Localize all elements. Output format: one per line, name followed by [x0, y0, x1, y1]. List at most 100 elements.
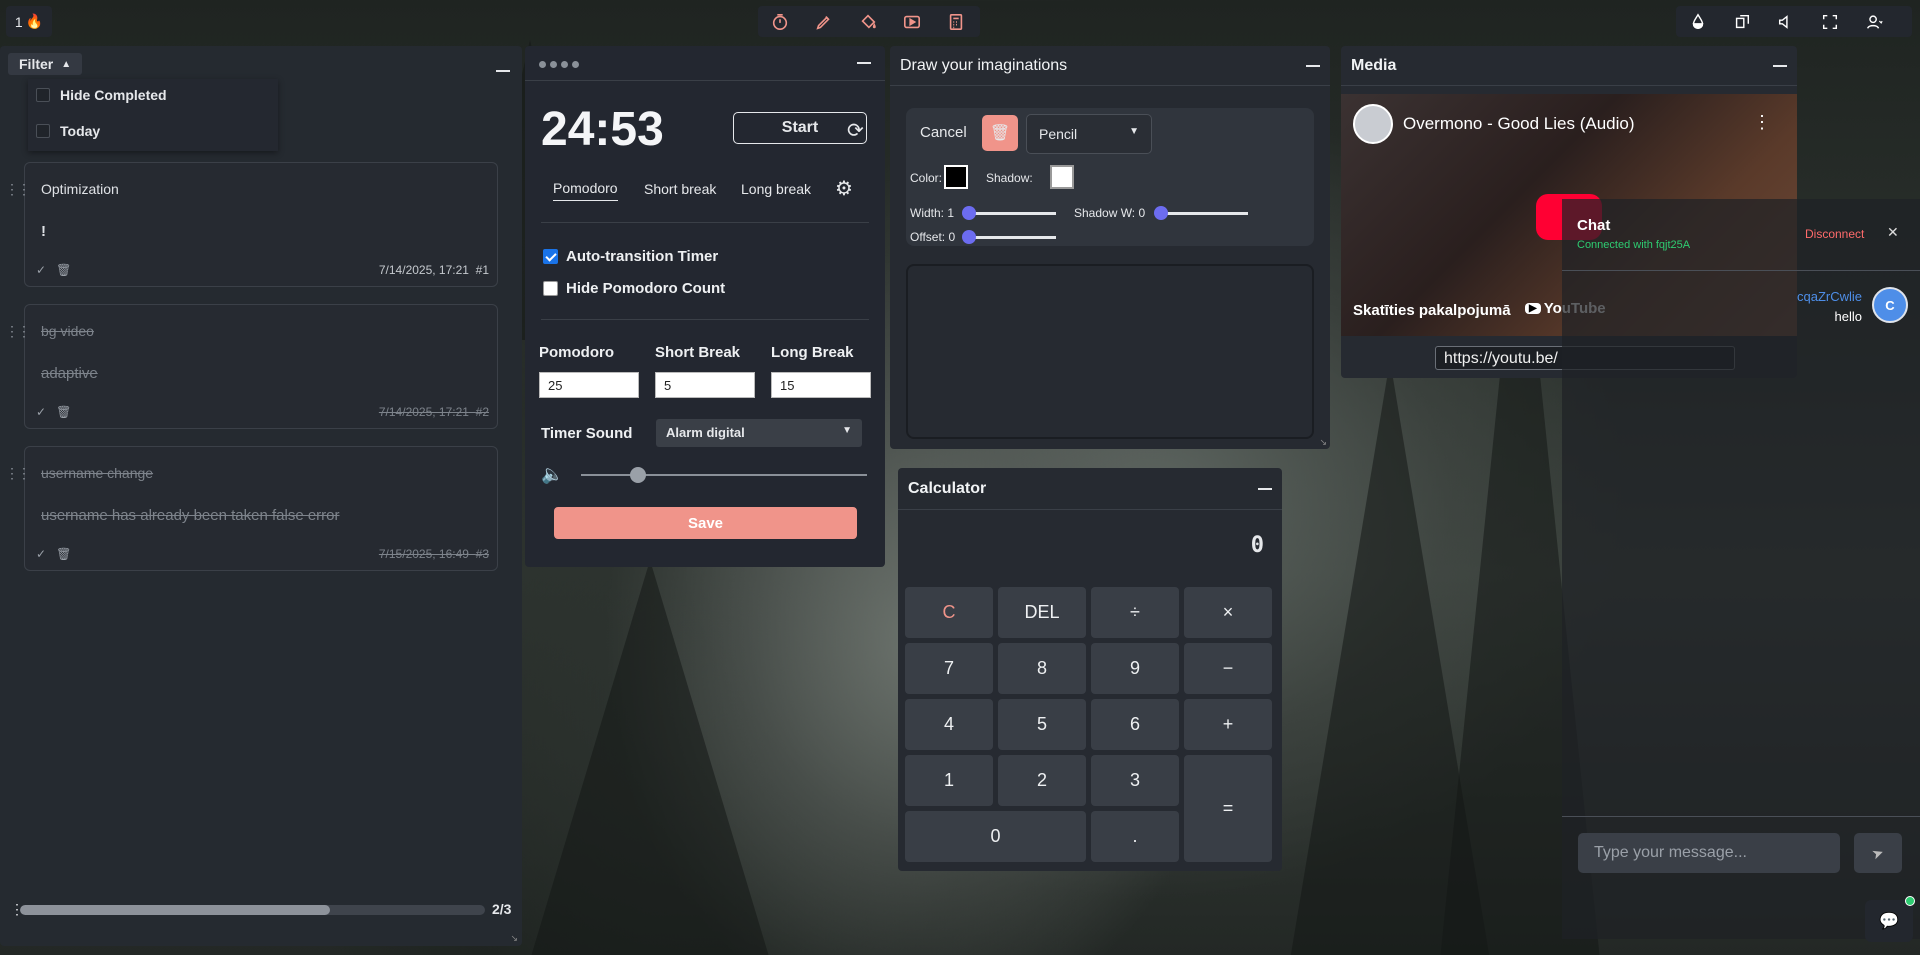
calc-key-delete[interactable]: DEL [998, 587, 1086, 638]
gear-icon[interactable]: ⚙ [835, 176, 853, 201]
hide-count-option[interactable]: Hide Pomodoro Count [543, 280, 725, 297]
theme-drop-icon[interactable] [1676, 6, 1720, 37]
trash-icon[interactable]: 🗑 [56, 263, 71, 277]
check-icon[interactable]: ✓ [36, 263, 46, 277]
resize-handle-icon[interactable]: ↘ [510, 933, 518, 944]
trash-icon[interactable]: 🗑 [56, 547, 71, 561]
volume-slider-thumb[interactable] [630, 467, 647, 483]
task-card[interactable]: ⋮⋮ bg video adaptive ✓ 🗑 7/14/2025, 17:2… [5, 304, 498, 429]
timer-sound-select[interactable]: Alarm digital ▼ [656, 419, 862, 447]
calc-key-decimal[interactable]: . [1091, 811, 1179, 862]
fullscreen-icon[interactable] [1808, 6, 1852, 37]
pomodoro-drag-bar[interactable] [539, 61, 579, 68]
timer-icon[interactable] [758, 6, 802, 37]
width-slider-thumb[interactable] [962, 206, 976, 220]
tasks-panel: Filter ▲ Hide Completed Today ⋮⋮ Optimiz… [0, 46, 522, 946]
pomodoro-length-input[interactable]: 25 [539, 372, 639, 398]
calc-key-4[interactable]: 4 [905, 699, 993, 750]
check-icon[interactable]: ✓ [36, 547, 46, 561]
cancel-button[interactable]: Cancel [920, 124, 967, 141]
tab-short-break[interactable]: Short break [644, 181, 716, 197]
play-video-icon[interactable] [890, 6, 934, 37]
chevron-down-icon: ▼ [1129, 126, 1139, 137]
calc-key-6[interactable]: 6 [1091, 699, 1179, 750]
volume-icon[interactable] [1764, 6, 1808, 37]
calc-key-3[interactable]: 3 [1091, 755, 1179, 806]
disconnect-button[interactable]: Disconnect [1805, 227, 1864, 241]
auto-transition-option[interactable]: Auto-transition Timer [543, 248, 718, 265]
video-title[interactable]: Overmono - Good Lies (Audio) [1403, 114, 1635, 134]
short-break-length-input[interactable]: 5 [655, 372, 755, 398]
check-icon[interactable]: ✓ [36, 405, 46, 419]
pencil-icon[interactable] [802, 6, 846, 37]
shadow-width-slider-thumb[interactable] [1154, 206, 1168, 220]
minimize-button[interactable] [1306, 64, 1320, 67]
calc-key-2[interactable]: 2 [998, 755, 1086, 806]
chat-bubble-icon: 💬 [1879, 913, 1899, 930]
hide-count-checkbox[interactable] [543, 281, 558, 296]
auto-transition-checkbox[interactable] [543, 249, 558, 264]
watch-on-youtube-label[interactable]: Skatīties pakalpojumā [1353, 302, 1511, 319]
calculator-icon[interactable] [934, 6, 978, 37]
calc-key-equals[interactable]: = [1184, 755, 1272, 862]
calc-key-plus[interactable]: + [1184, 699, 1272, 750]
offset-slider[interactable] [962, 230, 1056, 244]
chat-toggle-button[interactable]: 💬 [1865, 896, 1915, 942]
volume-slider[interactable] [581, 467, 867, 483]
settings-toolbar [1676, 6, 1912, 37]
task-number: #1 [475, 263, 489, 277]
offset-slider-thumb[interactable] [962, 230, 976, 244]
minimize-button[interactable] [857, 62, 871, 64]
filter-today[interactable]: Today [36, 123, 100, 139]
tab-pomodoro[interactable]: Pomodoro [553, 180, 618, 201]
calc-key-0[interactable]: 0 [905, 811, 1086, 862]
streak-badge: 1 🔥 [6, 6, 52, 37]
calc-key-5[interactable]: 5 [998, 699, 1086, 750]
long-break-length-input[interactable]: 15 [771, 372, 871, 398]
tool-select[interactable]: Pencil ▼ [1026, 114, 1152, 154]
calc-key-clear[interactable]: C [905, 587, 993, 638]
task-card[interactable]: ⋮⋮ Optimization ! ✓ 🗑 7/14/2025, 17:21 #… [5, 162, 498, 287]
drag-handle-icon[interactable]: ⋮⋮ [5, 323, 31, 340]
trash-icon[interactable]: 🗑 [56, 405, 71, 419]
calc-key-multiply[interactable]: × [1184, 587, 1272, 638]
filter-hide-completed[interactable]: Hide Completed [36, 87, 167, 103]
send-button[interactable]: ➤ [1854, 833, 1902, 873]
hide-completed-label: Hide Completed [60, 87, 167, 103]
calc-key-divide[interactable]: ÷ [1091, 587, 1179, 638]
trash-button[interactable]: 🗑 [982, 115, 1018, 151]
layout-icon[interactable] [1720, 6, 1764, 37]
close-icon[interactable]: ✕ [1887, 224, 1899, 241]
short-break-length-label: Short Break [655, 344, 741, 361]
message-input[interactable]: Type your message... [1578, 833, 1840, 873]
reset-icon[interactable]: ⟳ [847, 118, 864, 143]
task-date: 7/14/2025, 17:21 [378, 263, 469, 277]
shadow-width-slider[interactable] [1154, 206, 1248, 220]
calc-key-8[interactable]: 8 [998, 643, 1086, 694]
filter-button[interactable]: Filter ▲ [8, 53, 83, 75]
drawing-canvas[interactable] [906, 264, 1314, 439]
calc-key-9[interactable]: 9 [1091, 643, 1179, 694]
hide-completed-checkbox[interactable] [36, 88, 50, 102]
today-checkbox[interactable] [36, 124, 50, 138]
task-card[interactable]: ⋮⋮ username change username has already … [5, 446, 498, 571]
width-slider[interactable] [962, 206, 1056, 220]
shadow-swatch[interactable] [1050, 165, 1074, 189]
drag-handle-icon[interactable]: ⋮⋮ [5, 181, 31, 198]
user-icon[interactable] [1852, 6, 1896, 37]
drag-handle-icon[interactable]: ⋮⋮ [5, 465, 31, 482]
minimize-button[interactable] [496, 70, 510, 72]
tab-long-break[interactable]: Long break [741, 181, 811, 197]
paint-bucket-icon[interactable] [846, 6, 890, 37]
minimize-button[interactable] [1258, 487, 1272, 490]
calc-key-minus[interactable]: − [1184, 643, 1272, 694]
channel-avatar[interactable] [1353, 104, 1393, 144]
kebab-menu-icon[interactable]: ⋮ [1753, 112, 1771, 133]
save-button[interactable]: Save [554, 507, 857, 539]
calc-key-7[interactable]: 7 [905, 643, 993, 694]
color-swatch[interactable] [944, 165, 968, 189]
message-username[interactable]: cqaZrCwlie [1797, 289, 1862, 304]
minimize-button[interactable] [1773, 64, 1787, 67]
resize-handle-icon[interactable]: ↘ [1319, 437, 1327, 448]
calc-key-1[interactable]: 1 [905, 755, 993, 806]
